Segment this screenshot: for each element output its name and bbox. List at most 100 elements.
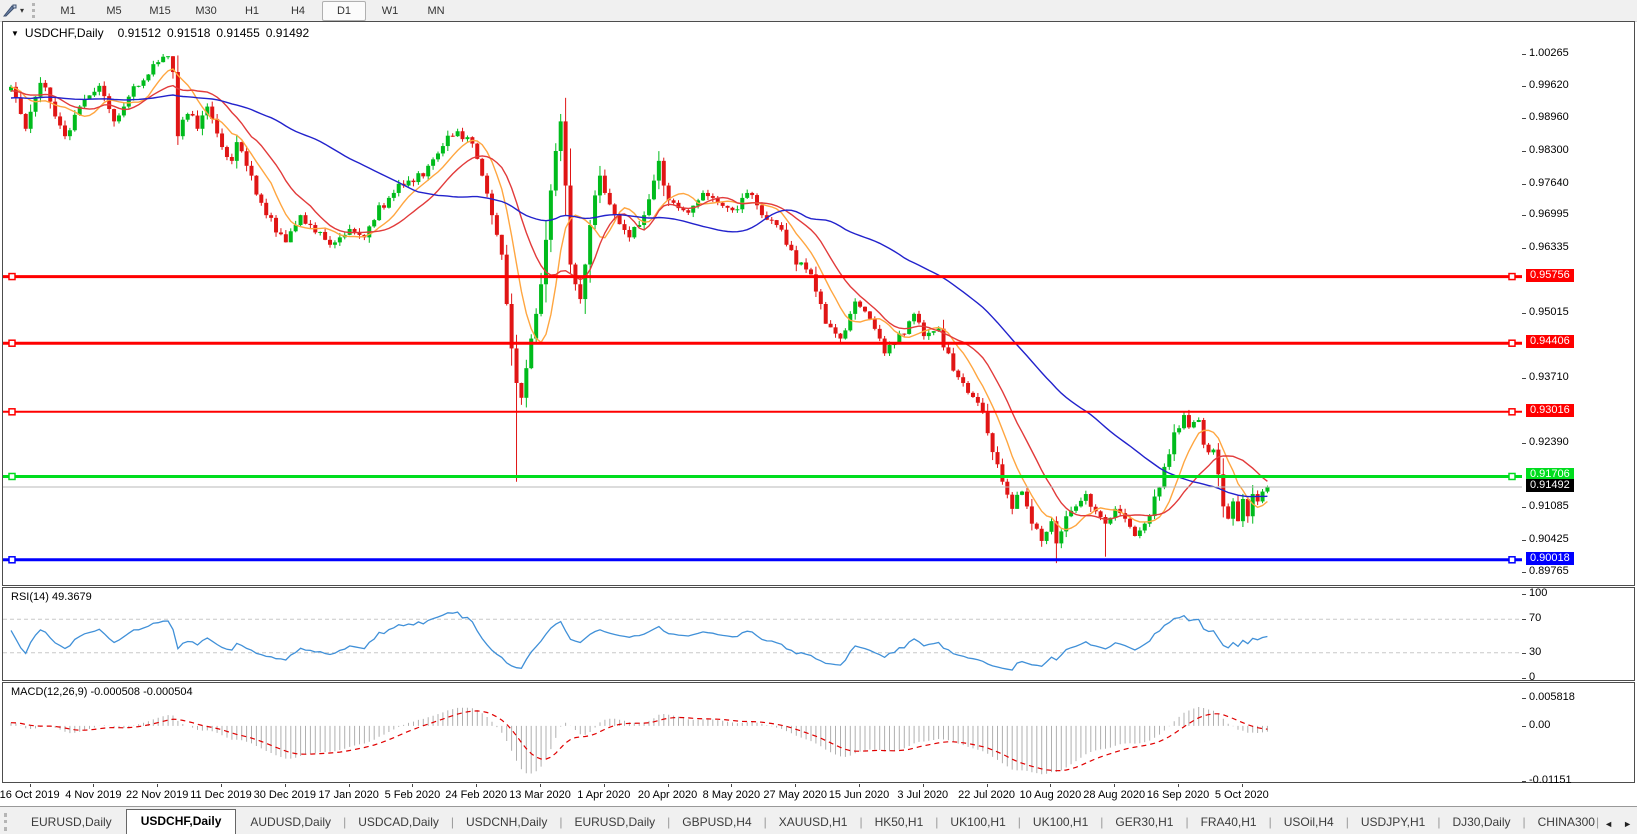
date-label: 24 Feb 2020	[445, 789, 508, 801]
timeframe-button-m5[interactable]: M5	[92, 1, 136, 21]
price-level-badge: 0.90018	[1526, 551, 1574, 565]
date-tick-mark	[348, 784, 350, 787]
timeframe-button-mn[interactable]: MN	[414, 1, 458, 21]
timeframe-button-m15[interactable]: M15	[138, 1, 182, 21]
chart-tab-usdcnh-daily[interactable]: USDCNH,Daily	[454, 811, 559, 834]
rsi-tick-label: 100	[1529, 587, 1548, 599]
date-label: 15 Jun 2020	[828, 789, 890, 801]
chart-tab-usoil-h4[interactable]: USOil,H4	[1272, 811, 1346, 834]
chart-tab-uk100-h1[interactable]: UK100,H1	[1021, 811, 1100, 834]
date-tick-mark	[1114, 784, 1116, 787]
date-label: 13 Mar 2020	[509, 789, 571, 801]
price-tick-label: 1.00265	[1529, 47, 1569, 59]
ma-50-line	[10, 94, 1268, 498]
drawing-tool-icon[interactable]	[2, 3, 18, 18]
price-tick-label: 0.96335	[1529, 240, 1569, 253]
chart-tab-ger30-h1[interactable]: GER30,H1	[1103, 811, 1185, 834]
level-handle[interactable]	[8, 472, 16, 481]
date-label: 22 Nov 2019	[125, 789, 189, 801]
chart-tab-dj30-daily[interactable]: DJ30,Daily	[1440, 811, 1522, 834]
tab-scroll-left-icon[interactable]: ◄	[1599, 819, 1618, 834]
date-label: 5 Oct 2020	[1214, 789, 1269, 801]
timeframe-button-d1[interactable]: D1	[322, 0, 367, 21]
date-tick-mark	[1241, 784, 1243, 787]
macd-header: MACD(12,26,9) -0.000508 -0.000504	[11, 686, 193, 698]
price-level-badge: 0.95756	[1526, 268, 1574, 282]
level-handle[interactable]	[8, 272, 16, 281]
price-tick-mark	[1522, 539, 1526, 541]
rsi-tick-label: 70	[1529, 612, 1542, 625]
rsi-axis[interactable]: 100 70 30 0	[1522, 587, 1634, 683]
chart-tab-eurusd-daily[interactable]: EURUSD,Daily	[19, 811, 124, 834]
collapse-caret-icon[interactable]: ▼	[11, 29, 19, 38]
macd-histogram	[10, 707, 1268, 775]
timeframe-button-m1[interactable]: M1	[46, 1, 90, 21]
tabbar-grip[interactable]	[4, 813, 11, 831]
toolbar-grip[interactable]	[32, 3, 39, 18]
timeframe-button-m30[interactable]: M30	[184, 1, 228, 21]
rsi-chart[interactable]	[3, 588, 1523, 680]
level-handle[interactable]	[8, 339, 16, 347]
candlestick-chart[interactable]	[3, 22, 1523, 585]
date-label: 3 Jul 2020	[897, 789, 949, 801]
tool-dropdown-caret[interactable]: ▾	[20, 6, 24, 15]
rsi-header: RSI(14) 49.3679	[11, 591, 92, 603]
price-tick-label: 0.91085	[1529, 500, 1569, 513]
level-handle[interactable]	[1508, 556, 1516, 564]
chart-tabs: EURUSD,Daily USDCHF,Daily AUDUSD,Daily | USD…	[19, 809, 1596, 834]
date-tick-mark	[859, 784, 860, 787]
level-handle[interactable]	[8, 556, 16, 564]
chart-tab-fra40-h1[interactable]: FRA40,H1	[1189, 811, 1269, 834]
macd-panel: MACD(12,26,9) -0.000508 -0.000504 0.0058…	[2, 682, 1635, 786]
level-handle[interactable]	[1508, 408, 1516, 416]
date-label: 10 Aug 2020	[1019, 789, 1082, 801]
chart-tab-audusd-daily[interactable]: AUDUSD,Daily	[238, 811, 343, 834]
price-tick-mark	[1522, 442, 1526, 444]
quote-open: 0.91512	[117, 26, 161, 40]
price-tick-label: 0.90425	[1529, 532, 1569, 545]
chart-tab-usdjpy-h1[interactable]: USDJPY,H1	[1349, 811, 1437, 834]
tab-scroll-right-icon[interactable]: ►	[1618, 819, 1637, 834]
chart-tab-usdchf-daily[interactable]: USDCHF,Daily	[125, 809, 237, 834]
date-label: 27 May 2020	[763, 789, 827, 801]
chart-tab-xauusd-h1[interactable]: XAUUSD,H1	[767, 811, 860, 834]
level-handle[interactable]	[8, 408, 16, 416]
timeframe-button-h1[interactable]: H1	[230, 1, 274, 21]
ma-16-line	[10, 84, 1268, 521]
date-axis[interactable]: 16 Oct 2019 4 Nov 2019 22 Nov 2019 11 Dec 2…	[0, 784, 1635, 806]
rsi-line	[10, 611, 1268, 671]
rsi-tick-mark	[1522, 619, 1526, 621]
level-handle[interactable]	[1508, 472, 1516, 481]
price-tick-label: 0.89765	[1529, 565, 1569, 578]
rsi-tick-mark	[1522, 652, 1526, 654]
date-tick-mark	[731, 784, 733, 787]
chart-tab-gbpusd-h4[interactable]: GBPUSD,H4	[670, 811, 763, 834]
timeframe-button-h4[interactable]: H4	[276, 1, 320, 21]
chart-tab-usdcad-daily[interactable]: USDCAD,Daily	[346, 811, 451, 834]
chart-tab-uk100-h1[interactable]: UK100,H1	[938, 811, 1017, 834]
level-handle[interactable]	[1508, 339, 1516, 347]
price-tick-label: 0.96995	[1529, 208, 1569, 221]
price-tick-mark	[1522, 377, 1526, 379]
macd-tick-label: 0.00	[1529, 718, 1551, 731]
timeframe-toolbar: ▾ M1 M5 M15 M30 H1 H4 D1 W1 MN	[0, 0, 1637, 22]
date-tick-mark	[1178, 784, 1179, 787]
quote-low: 0.91455	[216, 26, 260, 40]
rsi-tick-mark	[1522, 594, 1526, 595]
price-tick-mark	[1522, 247, 1526, 249]
price-axis[interactable]: 1.00265 0.99620 0.98960 0.98300 0.97640 0.969…	[1522, 22, 1634, 585]
date-label: 11 Dec 2019	[190, 789, 252, 801]
chart-tab-hk50-h1[interactable]: HK50,H1	[863, 811, 936, 834]
level-handle[interactable]	[1508, 272, 1516, 281]
price-tick-mark	[1522, 572, 1526, 574]
chart-tab-eurusd-daily[interactable]: EURUSD,Daily	[562, 811, 667, 834]
price-tick-mark	[1522, 183, 1526, 185]
timeframe-buttons: M1 M5 M15 M30 H1 H4 D1 W1 MN	[45, 0, 459, 21]
macd-axis[interactable]: 0.005818 0.00 -0.01151	[1522, 683, 1634, 786]
price-level-badge: 0.93016	[1526, 403, 1574, 417]
price-tick-mark	[1522, 215, 1526, 217]
timeframe-button-w1[interactable]: W1	[368, 1, 412, 21]
macd-chart[interactable]	[3, 683, 1523, 782]
price-tick-label: 0.98300	[1529, 143, 1569, 156]
chart-tab-china300-h1[interactable]: CHINA300,H1	[1526, 811, 1596, 834]
